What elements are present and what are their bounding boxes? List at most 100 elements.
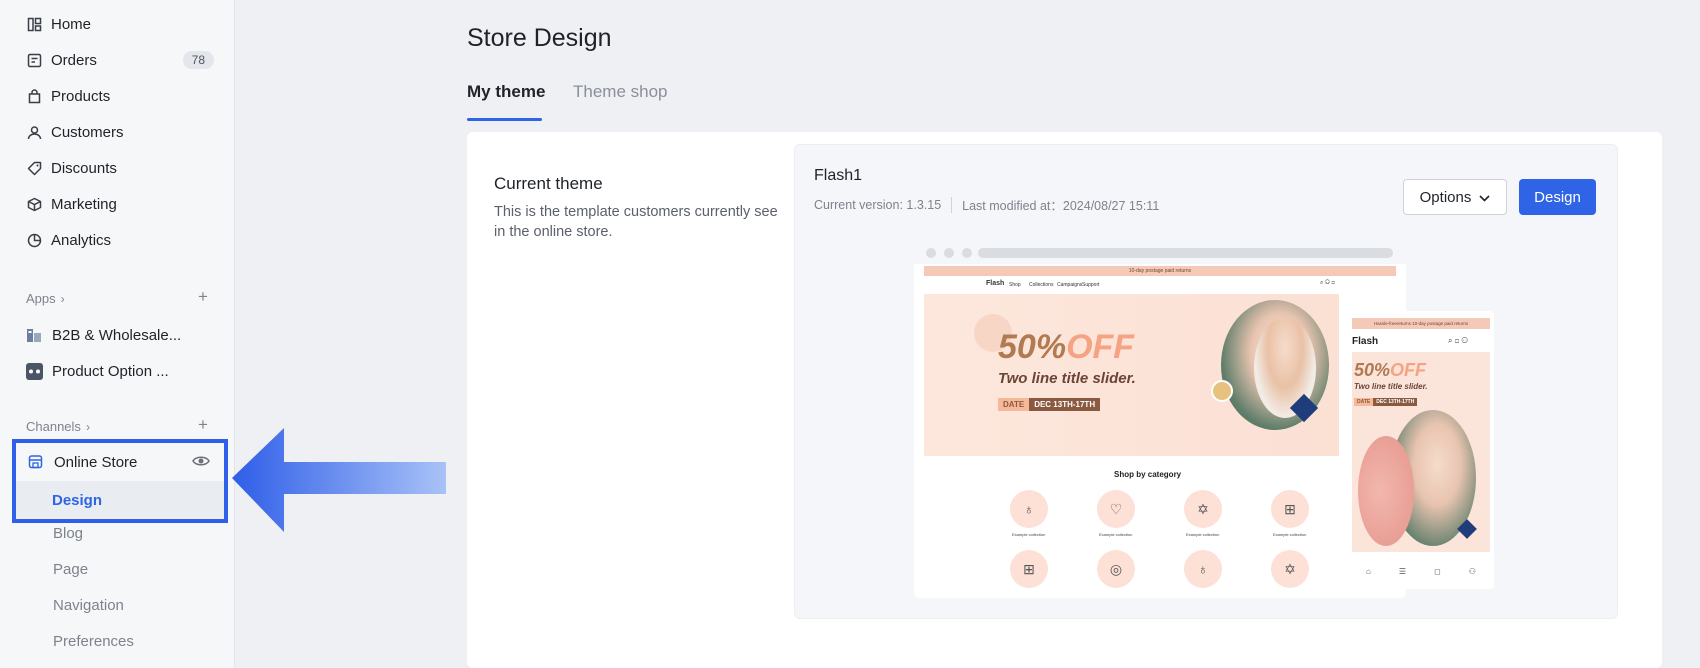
page-title: Store Design <box>467 24 612 52</box>
browser-dot <box>962 248 972 258</box>
hero-date-label: DATE <box>998 398 1030 411</box>
app-item-product-option[interactable]: Product Option ... <box>26 357 169 385</box>
menu-icon: ☰ <box>1398 566 1407 576</box>
sidebar-subitem-page[interactable]: Page <box>53 561 88 578</box>
jewelry-decor <box>1211 380 1233 402</box>
sidebar-item-label: Products <box>51 87 111 105</box>
category-icon: ♁ <box>1184 550 1222 588</box>
category-icon: ♁ <box>1010 490 1048 528</box>
add-channel-button[interactable]: + <box>198 415 208 435</box>
category-label: Example collection <box>1099 532 1133 537</box>
product-option-app-icon <box>26 362 43 380</box>
orders-icon <box>26 52 42 68</box>
category-label: Example collection <box>1273 532 1307 537</box>
desktop-theme-preview: 10-day postage paid returns Flash Shop C… <box>914 240 1406 598</box>
sidebar-subitem-preferences[interactable]: Preferences <box>53 633 134 650</box>
mobile-hero-date-range: DEC 13TH-17TH <box>1373 398 1418 406</box>
mobile-hero-subtitle: Two line title slider. <box>1354 382 1428 391</box>
category-icon: ⊞ <box>1010 550 1048 588</box>
online-store-label: Online Store <box>54 453 138 471</box>
sidebar-item-discounts[interactable]: Discounts <box>26 154 216 182</box>
sidebar-item-analytics[interactable]: Analytics <box>26 226 216 254</box>
preview-hero-banner: 50%OFF Two line title slider. DATE DEC 1… <box>924 294 1339 456</box>
hero-date-range: DEC 13TH-17TH <box>1029 398 1101 411</box>
channels-section-label: Channels <box>26 419 81 434</box>
mobile-theme-preview: Hassle-freereturns 10-day postage paid r… <box>1348 311 1494 589</box>
preview-nav: Flash Shop Collections Campaigns Support… <box>924 278 1396 292</box>
browser-bar <box>914 240 1406 264</box>
hero-date: DATE DEC 13TH-17TH <box>998 398 1101 411</box>
sidebar-subitem-label: Design <box>52 491 103 509</box>
marketing-icon <box>26 196 42 212</box>
mobile-tab-bar: ⌂ ☰ ◻ ⚇ <box>1352 561 1490 581</box>
preview-nav-link: Campaigns <box>1057 282 1083 288</box>
active-tab-indicator <box>467 118 542 121</box>
sidebar: Home Orders 78 Products Customers Discou… <box>0 0 235 668</box>
chevron-right-icon: › <box>60 291 65 306</box>
tab-theme-shop[interactable]: Theme shop <box>573 82 668 102</box>
customers-icon <box>26 124 42 140</box>
sidebar-subitem-design[interactable]: Design <box>16 481 224 519</box>
sidebar-item-online-store[interactable]: Online Store <box>16 443 224 481</box>
preview-nav-link: Shop <box>1009 282 1021 288</box>
pointer-arrow-annotation <box>232 428 446 532</box>
options-button[interactable]: Options <box>1403 179 1507 215</box>
mobile-hero-date-label: DATE <box>1354 398 1374 406</box>
current-theme-title: Current theme <box>494 174 603 193</box>
preview-nav-icons: ⌕ ⚇ ◻ <box>1320 280 1335 286</box>
mobile-hero-off: OFF <box>1390 360 1427 380</box>
analytics-icon <box>26 232 42 248</box>
app-item-label: Product Option ... <box>52 362 169 380</box>
category-icon: ✡ <box>1184 490 1222 528</box>
online-store-icon <box>28 454 44 470</box>
design-button[interactable]: Design <box>1519 179 1596 215</box>
tab-my-theme[interactable]: My theme <box>467 82 545 102</box>
sidebar-item-orders[interactable]: Orders 78 <box>26 46 216 74</box>
eye-icon[interactable] <box>192 454 210 472</box>
preview-nav-link: Collections <box>1029 282 1054 288</box>
hero-off: OFF <box>1066 328 1135 366</box>
sidebar-item-products[interactable]: Products <box>26 82 216 110</box>
hero-headline: 50%OFF <box>998 328 1134 367</box>
sidebar-subitem-blog[interactable]: Blog <box>53 525 83 542</box>
mobile-announcement-bar: Hassle-freereturns 10-day postage paid r… <box>1352 318 1490 329</box>
browser-url-bar <box>978 248 1393 258</box>
options-label: Options <box>1419 188 1472 206</box>
mobile-hero-banner: 50%OFF Two line title slider. DATE DEC 1… <box>1352 352 1490 552</box>
b2b-app-icon <box>26 327 43 344</box>
discounts-icon <box>26 160 42 176</box>
add-app-button[interactable]: + <box>198 287 208 307</box>
home-icon: ⌂ <box>1366 566 1371 576</box>
orders-count-badge: 78 <box>182 51 214 69</box>
sidebar-subitem-navigation[interactable]: Navigation <box>53 597 124 614</box>
mobile-hero-date: DATE DEC 13TH-17TH <box>1354 398 1418 406</box>
app-item-b2b[interactable]: B2B & Wholesale... <box>26 321 181 349</box>
mobile-nav-icons: ⌕ ◻ ⚇ <box>1448 336 1468 345</box>
current-theme-description: This is the template customers currently… <box>494 204 778 240</box>
category-icon: ✡ <box>1271 550 1309 588</box>
sidebar-item-label: Orders <box>51 51 97 69</box>
channels-section-link[interactable]: Channels › <box>26 419 90 434</box>
sidebar-item-label: Customers <box>51 123 124 141</box>
category-label: Example collection <box>1186 532 1220 537</box>
category-icon: ♡ <box>1097 490 1135 528</box>
preview-logo: Flash <box>986 280 1005 287</box>
app-item-label: B2B & Wholesale... <box>52 326 182 344</box>
sidebar-item-home[interactable]: Home <box>26 10 216 38</box>
chevron-right-icon: › <box>85 419 90 434</box>
category-label: Example collection <box>1012 532 1046 537</box>
sidebar-item-marketing[interactable]: Marketing <box>26 190 216 218</box>
chevron-down-icon <box>1479 189 1490 206</box>
apps-section-link[interactable]: Apps › <box>26 291 65 306</box>
sidebar-item-customers[interactable]: Customers <box>26 118 216 146</box>
cart-icon: ◻ <box>1434 566 1441 576</box>
shop-by-category-heading: Shop by category <box>1114 470 1182 479</box>
sidebar-item-label: Marketing <box>51 195 117 213</box>
mobile-hero-percent: 50% <box>1354 360 1391 380</box>
category-icon: ⊞ <box>1271 490 1309 528</box>
sidebar-item-label: Home <box>51 15 92 33</box>
browser-dot <box>944 248 954 258</box>
hero-percent: 50% <box>998 328 1067 366</box>
home-icon <box>26 16 42 32</box>
apps-section-label: Apps <box>26 291 56 306</box>
